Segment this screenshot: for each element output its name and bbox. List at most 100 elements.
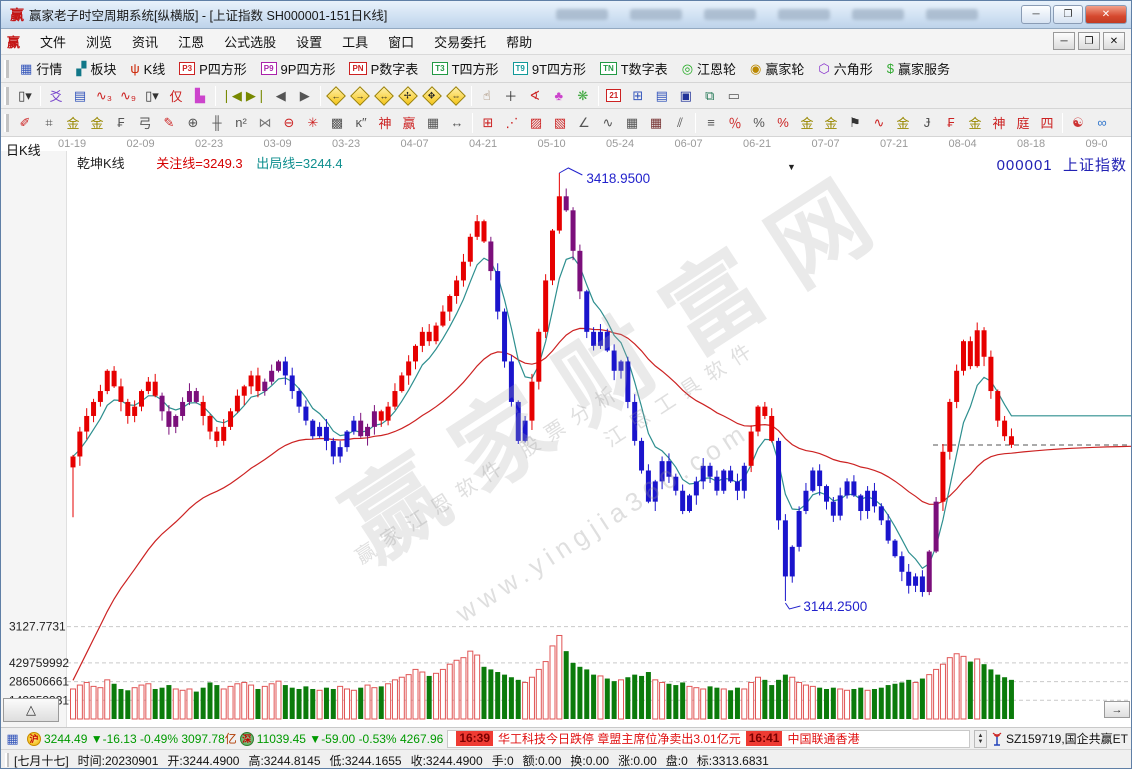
expand-horizontal-button[interactable]: ↔ [372, 85, 396, 107]
gold-angle-button[interactable]: 金 [891, 112, 915, 134]
menu-item-6[interactable]: 工具 [332, 32, 378, 53]
menu-item-8[interactable]: 交易委托 [424, 32, 496, 53]
wave-9-button[interactable]: ∿₉ [116, 85, 140, 107]
qiankun-mark-button[interactable]: 仅 [164, 85, 188, 107]
percent-button[interactable]: % [747, 112, 771, 134]
pattern-mark-button[interactable]: 爻 [44, 85, 68, 107]
ying-grid-button[interactable]: 赢 [397, 112, 421, 134]
ticker-spinner[interactable]: ▲▼ [974, 730, 987, 748]
gold-line-button[interactable]: 金 [819, 112, 843, 134]
dense-grid-button[interactable]: ▦ [421, 112, 445, 134]
menu-item-2[interactable]: 资讯 [122, 32, 168, 53]
period-style-button[interactable]: ▯▾ [13, 85, 37, 107]
candle-style-button[interactable]: ▯▾ [140, 85, 164, 107]
window-grid-button[interactable]: ▦ [620, 112, 644, 134]
p9-square-button[interactable]: P99P四方形 [254, 57, 343, 81]
gann-tree-button[interactable]: ♣ [547, 85, 571, 107]
spider-web-button[interactable]: ▩ [325, 112, 349, 134]
kline-chart-canvas[interactable]: 3127.77314297599922865066611432533313418… [1, 137, 1132, 727]
next-bar-button[interactable]: ▶ [293, 85, 317, 107]
corner-box-button[interactable]: ⊞ [476, 112, 500, 134]
ting-grid-button[interactable]: 庭 [1011, 112, 1035, 134]
winner-service-button[interactable]: $赢家服务 [880, 57, 957, 81]
mdi-minimize-button[interactable]: ─ [1053, 32, 1075, 50]
t9-square-button[interactable]: T99T四方形 [506, 57, 594, 81]
k-quote-button[interactable]: ĸ″ [349, 112, 373, 134]
fan-shade-button[interactable]: ▧ [548, 112, 572, 134]
window-maximize-button[interactable]: ❐ [1053, 5, 1083, 24]
pan-hand-button[interactable]: ☝ [475, 85, 499, 107]
scroll-right-button[interactable]: → [1104, 701, 1130, 718]
red-pen-button[interactable]: ✎ [157, 112, 181, 134]
shen-grid-button[interactable]: 神 [373, 112, 397, 134]
time-circle-button[interactable]: ⊕ [181, 112, 205, 134]
rail-grid-button[interactable]: ╫ [205, 112, 229, 134]
j-line-button[interactable]: Ɉ [915, 112, 939, 134]
percent-line-button[interactable]: % [771, 112, 795, 134]
n-square-button[interactable]: n² [229, 112, 253, 134]
zigzag-button[interactable]: ∿ [596, 112, 620, 134]
toolbar-grip[interactable] [4, 114, 9, 132]
export-image-button[interactable]: ⧉ [698, 85, 722, 107]
yinyang-button[interactable]: ☯ [1066, 112, 1090, 134]
crosshair-button[interactable]: ＋ [499, 85, 523, 107]
span-arrows-button[interactable]: ↔ [445, 112, 469, 134]
report-button[interactable]: ▤ [650, 85, 674, 107]
save-button[interactable]: ▣ [674, 85, 698, 107]
mdi-restore-button[interactable]: ❐ [1078, 32, 1100, 50]
grid-tool-button[interactable]: ⌗ [37, 112, 61, 134]
parallel-lines-button[interactable]: ⫽ [668, 112, 692, 134]
full-range-button[interactable]: ⇔ [444, 85, 468, 107]
angle-measure-button[interactable]: ∢ [523, 85, 547, 107]
fan-box-button[interactable]: ▨ [524, 112, 548, 134]
draw-brush-button[interactable]: ✐ [13, 112, 37, 134]
menu-item-0[interactable]: 文件 [30, 32, 76, 53]
news-ticker[interactable]: 16:39华工科技今日跌停 章盟主席位净卖出3.01亿元16:41中国联通香港 [447, 730, 970, 748]
wave-3-button[interactable]: ∿₃ [92, 85, 116, 107]
calculator-button[interactable]: ⊞ [626, 85, 650, 107]
t-square-button[interactable]: T3T四方形 [425, 57, 505, 81]
star-rays-button[interactable]: ✳ [301, 112, 325, 134]
window-minimize-button[interactable]: ─ [1021, 5, 1051, 24]
price-scale-button[interactable]: ≡ [699, 112, 723, 134]
infinity-button[interactable]: ∞ [1090, 112, 1114, 134]
print-button[interactable]: ▭ [722, 85, 746, 107]
memo-note-button[interactable]: ▤ [68, 85, 92, 107]
calendar-button[interactable]: 21 [602, 85, 626, 107]
p-square-button[interactable]: P3P四方形 [172, 57, 253, 81]
f-ruler-button[interactable]: ₣ [109, 112, 133, 134]
shift-left-button[interactable]: ← [324, 85, 348, 107]
window-grid2-button[interactable]: ▦ [644, 112, 668, 134]
gold-circle-button[interactable]: 金 [795, 112, 819, 134]
shen-angle-button[interactable]: 神 [987, 112, 1011, 134]
window-close-button[interactable]: ✕ [1085, 5, 1127, 24]
bow-tool-button[interactable]: 弓 [133, 112, 157, 134]
percent-red-button[interactable]: ％ [723, 112, 747, 134]
sectors-button[interactable]: ▞板块 [69, 57, 123, 81]
f-line-button[interactable]: ₣ [939, 112, 963, 134]
menu-item-9[interactable]: 帮助 [496, 32, 542, 53]
gann-wheel-button[interactable]: ◎江恩轮 [675, 57, 743, 81]
angle-line-button[interactable]: ∠ [572, 112, 596, 134]
gold-grid-button[interactable]: 金 [61, 112, 85, 134]
menu-item-7[interactable]: 窗口 [378, 32, 424, 53]
market-grid-icon[interactable]: ▦ [4, 731, 21, 746]
prev-bar-button[interactable]: ◀ [269, 85, 293, 107]
indicator-toggle-button[interactable]: △ [3, 698, 59, 722]
expand-all-button[interactable]: ✥ [420, 85, 444, 107]
winner-wheel-button[interactable]: ◉赢家轮 [743, 57, 811, 81]
gold-gate-button[interactable]: 金 [85, 112, 109, 134]
menu-item-1[interactable]: 浏览 [76, 32, 122, 53]
kline-button[interactable]: ψK线 [123, 57, 172, 81]
compress-range-button[interactable]: ✢ [396, 85, 420, 107]
toolbar-grip[interactable] [4, 87, 9, 105]
smart-analysis-button[interactable]: ❋ [571, 85, 595, 107]
quotes-button[interactable]: ▦行情 [13, 57, 69, 81]
first-bar-button[interactable]: ❘◀ [219, 85, 244, 107]
band-tool-button[interactable]: ∿ [867, 112, 891, 134]
hexagon-button[interactable]: ⬡六角形 [811, 57, 879, 81]
shanghai-market-icon[interactable]: 沪 [27, 732, 41, 746]
mdi-close-button[interactable]: ✕ [1103, 32, 1125, 50]
si-angle-button[interactable]: 四 [1035, 112, 1059, 134]
menu-item-3[interactable]: 江恩 [168, 32, 214, 53]
